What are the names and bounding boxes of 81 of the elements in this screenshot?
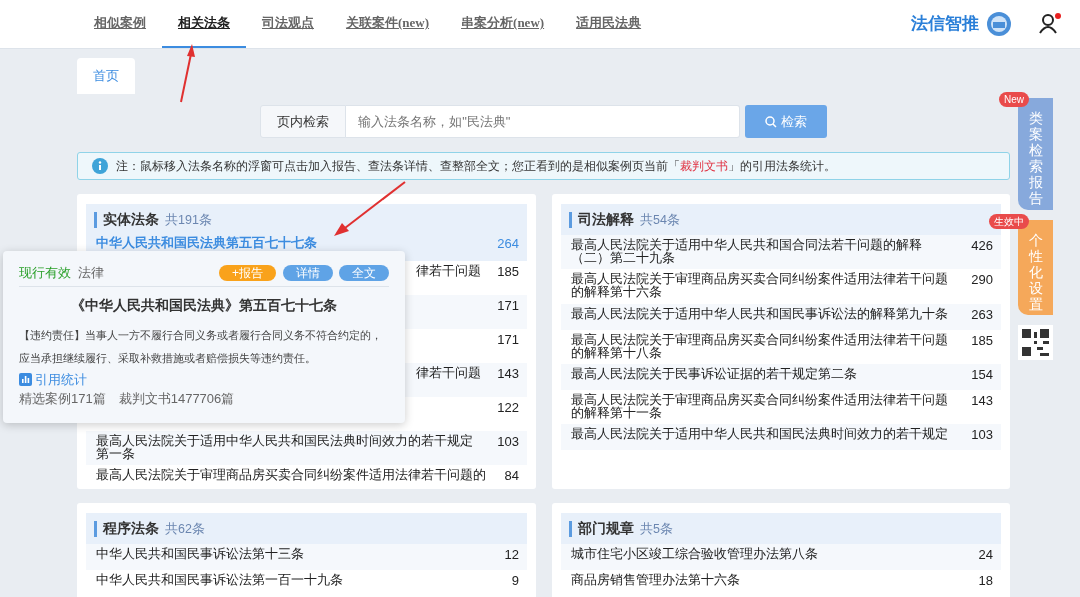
law-link[interactable]: 最高人民法院关于适用中华人民共和国民法典时间效力的若干规定第一条 [96,435,484,462]
search-icon [765,116,778,129]
search-label: 页内检索 [260,104,347,138]
stats-text: 裁判文书1477706篇 [118,390,235,409]
page-tab[interactable]: 首页 [77,58,135,94]
bar-chart-icon [19,373,32,387]
user-icon[interactable] [1038,13,1061,35]
law-link[interactable]: 最高人民法院关于审理商品房买卖合同纠纷案件适用法律若干问题的解释第十八条 [571,333,958,360]
law-row[interactable]: 最高人民法院关于审理商品房买卖合同纠纷案件适用法律若干问题的解释第十六条 290 [561,269,1001,304]
info-icon [92,158,108,174]
law-link[interactable]: 中华人民共和国民事诉讼法第一百一十九条 [96,574,343,588]
law-row[interactable]: 城市住宅小区竣工综合验收管理办法第八条 24 [561,544,1001,570]
popup-title: 《中华人民共和国民法典》第五百七十七条 [70,295,338,315]
citation-count: 143 [497,367,519,381]
annotation-arrow [334,181,406,236]
law-type: 法律 [77,264,104,282]
citation-count: 426 [971,239,993,253]
law-row[interactable]: 最高人民法院关于适用中华人民共和国合同法若干问题的解释（二）第二十九条 426 [561,235,1001,270]
section-count: 共62条 [165,521,205,538]
status-text: 现行有效 [19,264,71,282]
law-row[interactable]: 最高人民法院关于适用中华人民共和国民法典时间效力的若干规定 103 [561,424,1001,450]
citation-count: 143 [971,393,993,408]
nav-tab[interactable]: 串案分析(new) [445,0,561,48]
emblem-icon [985,11,1012,37]
citation-count: 171 [497,299,519,313]
law-link[interactable]: 商品房销售管理办法第十六条 [571,574,740,588]
tab-badge: 生效中 [989,214,1029,229]
article-text: 【违约责任】当事人一方不履行合同义务或者履行合同义务不符合约定的，应当承担继续履行、采取补救措施或者赔偿损失等违约责任。 [19,327,383,366]
law-link[interactable]: 最高人民法院关于适用中华人民共和国民法典时间效力的若干规定 [571,428,948,442]
law-row[interactable]: 商品房销售管理办法第十六条 18 [561,570,1001,596]
tab-badge: New [999,92,1029,107]
citation-count: 12 [504,548,519,562]
law-link[interactable]: 最高人民法院关于审理商品房买卖合同纠纷案件适用法律若干问题的解释第十一条 [571,393,958,420]
citation-count: 263 [971,307,993,322]
search-field[interactable]: 输入法条名称，如"民法典" [346,104,741,138]
section-count: 共5条 [640,521,673,538]
citation-count: 24 [978,548,993,562]
nav-tab[interactable]: 司法观点 [246,0,330,48]
logo-text: 法信智推 [911,13,979,36]
law-link[interactable]: 律若干问题 [416,367,482,381]
citation-count: 103 [971,428,993,442]
section-count: 共54条 [640,212,680,229]
stats-text: 精选案例171篇 [19,390,106,409]
section-title: 实体法条 [103,211,159,229]
nav-tab[interactable]: 相关法条 [162,0,246,48]
law-link[interactable]: 最高人民法院关于民事诉讼证据的若干规定第二条 [571,367,857,381]
law-link[interactable]: 最高人民法院关于审理商品房买卖合同纠纷案件适用法律若干问题的 [96,469,486,483]
nav-tab[interactable]: 关联案件(new) [330,0,446,48]
document-link[interactable]: 裁判文书 [680,159,728,173]
law-link[interactable]: 律若干问题 [416,265,482,279]
citation-count: 18 [978,574,993,588]
section-title: 部门规章 [578,520,634,538]
citation-count: 185 [971,333,993,348]
law-row[interactable]: 最高人民法院关于审理商品房买卖合同纠纷案件适用法律若干问题的 84 [86,465,527,489]
law-link[interactable]: 城市住宅小区竣工综合验收管理办法第八条 [571,548,818,562]
law-row[interactable]: 中华人民共和国民事诉讼法第一百一十九条 9 [86,570,527,596]
citation-count: 154 [971,367,993,382]
section-count: 共191条 [165,212,212,229]
citation-count: 9 [511,574,519,588]
law-link[interactable]: 最高人民法院关于适用中华人民共和国合同法若干问题的解释（二）第二十九条 [571,239,958,266]
citation-count: 185 [497,265,519,279]
law-row[interactable]: 最高人民法院关于民事诉讼证据的若干规定第二条 154 [561,363,1001,390]
citation-count: 84 [504,469,519,483]
section-title: 司法解释 [578,211,634,229]
section-title: 程序法条 [103,520,159,538]
law-row[interactable]: 最高人民法院关于适用中华人民共和国民事诉讼法的解释第九十条 263 [561,303,1001,330]
law-row[interactable]: 最高人民法院关于审理商品房买卖合同纠纷案件适用法律若干问题的解释第十一条 143 [561,389,1001,424]
citation-count: 264 [497,237,519,251]
law-row[interactable]: 中华人民共和国民事诉讼法第十三条 12 [86,544,527,570]
law-row[interactable]: 最高人民法院关于适用中华人民共和国民法典时间效力的若干规定第一条 103 [86,431,527,466]
qr-code-drawing [1018,325,1053,360]
law-link[interactable]: 中华人民共和国民事诉讼法第十三条 [96,548,304,562]
annotation-arrow [180,44,195,103]
notice-text: 注：鼠标移入法条名称的浮窗可点击加入报告、查法条详情、查整部全文；您正看到的是相似案例页当前「裁判文书」的引用法条统计。 [116,158,836,175]
law-link[interactable]: 最高人民法院关于适用中华人民共和国民事诉讼法的解释第九十条 [571,307,948,321]
law-row[interactable]: 最高人民法院关于审理商品房买卖合同纠纷案件适用法律若干问题的解释第十八条 185 [561,329,1001,364]
citation-count: 103 [497,435,519,449]
law-link[interactable]: 最高人民法院关于审理商品房买卖合同纠纷案件适用法律若干问题的解释第十六条 [571,273,958,300]
nav-tab[interactable]: 适用民法典 [560,0,658,48]
nav-tab[interactable]: 相似案例 [78,0,162,48]
citation-count: 290 [971,273,993,287]
